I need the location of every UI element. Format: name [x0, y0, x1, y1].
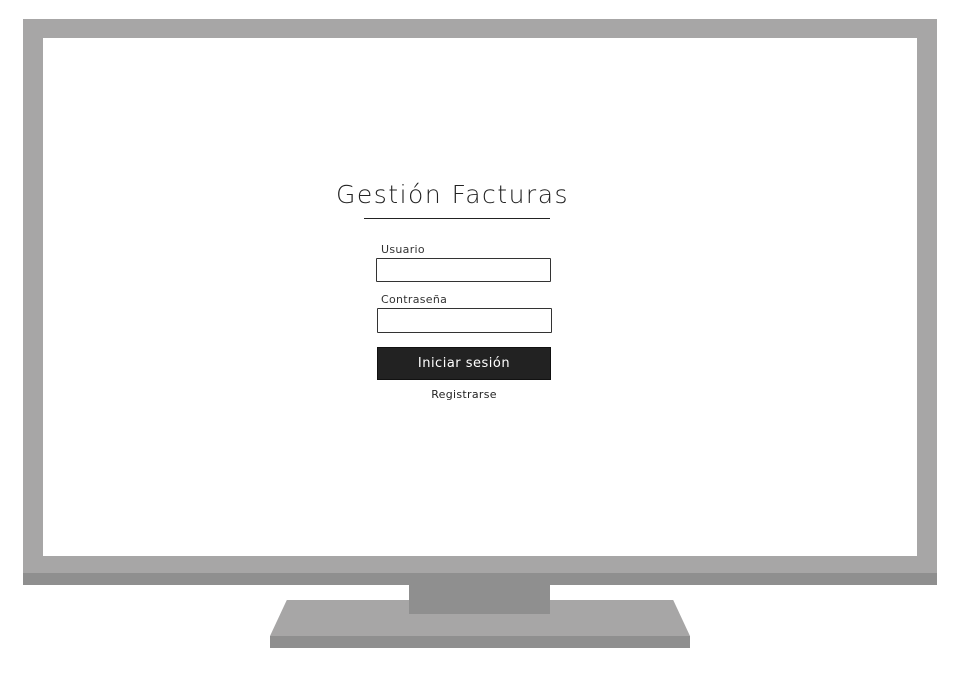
- monitor-bezel-bottom: [23, 573, 937, 585]
- username-input[interactable]: [376, 258, 551, 282]
- password-input[interactable]: [377, 308, 552, 333]
- register-link[interactable]: Registrarse: [377, 388, 551, 401]
- monitor-stand-neck: [409, 585, 550, 614]
- login-button[interactable]: Iniciar sesión: [377, 347, 551, 380]
- title-underline: [364, 218, 550, 219]
- page-title: Gestión Facturas: [336, 180, 570, 209]
- monitor-screen: [43, 38, 917, 556]
- login-button-label: Iniciar sesión: [417, 356, 511, 371]
- monitor-stand-base-edge: [270, 636, 690, 648]
- password-label: Contraseña: [381, 293, 448, 306]
- username-label: Usuario: [381, 243, 425, 256]
